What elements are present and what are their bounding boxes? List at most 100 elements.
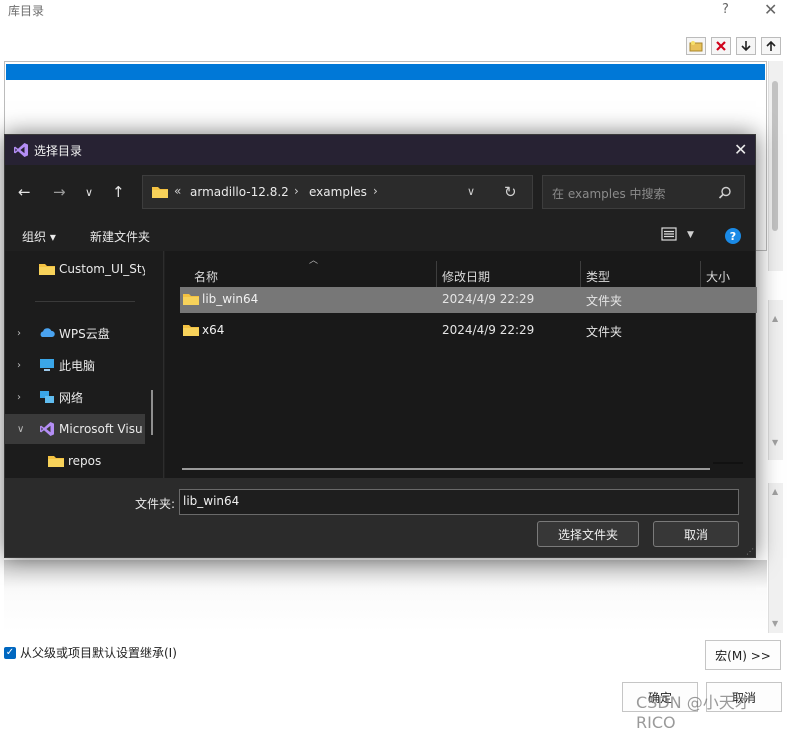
select-folder-button[interactable]: 选择文件夹 bbox=[537, 521, 639, 547]
refresh-icon[interactable]: ↻ bbox=[504, 183, 517, 201]
evaluated-list-scrollbar[interactable]: ▲ ▼ bbox=[768, 300, 783, 460]
breadcrumb-overflow-icon[interactable]: « bbox=[174, 184, 181, 198]
window-title: 库目录 bbox=[8, 4, 45, 18]
folder-icon bbox=[183, 325, 199, 336]
column-divider[interactable] bbox=[700, 261, 701, 289]
help-button[interactable]: ? bbox=[722, 2, 729, 17]
folder-icon bbox=[39, 264, 55, 275]
folder-icon bbox=[183, 294, 199, 305]
nav-item-wps-cloud[interactable]: › WPS云盘 bbox=[5, 318, 145, 348]
help-icon[interactable]: ? bbox=[725, 228, 741, 244]
nav-label: Microsoft Visu bbox=[59, 422, 143, 436]
search-box[interactable]: 在 examples 中搜索 bbox=[542, 175, 745, 209]
new-folder-icon bbox=[689, 41, 703, 52]
visual-studio-icon bbox=[40, 422, 54, 436]
chevron-down-icon[interactable]: ∨ bbox=[467, 185, 475, 198]
address-bar[interactable]: « armadillo-12.8.2 › examples › ∨ ↻ bbox=[142, 175, 533, 209]
file-name: lib_win64 bbox=[202, 292, 259, 306]
forward-arrow-icon[interactable]: → bbox=[53, 183, 66, 201]
visual-studio-icon bbox=[14, 143, 28, 157]
file-date: 2024/4/9 22:29 bbox=[442, 292, 535, 306]
scroll-up-icon[interactable]: ▲ bbox=[772, 487, 778, 496]
inherited-values-panel bbox=[4, 560, 767, 632]
nav-item-repos[interactable]: repos bbox=[5, 446, 145, 476]
dialog-close-button[interactable]: ✕ bbox=[734, 140, 747, 159]
scrollbar-edge bbox=[713, 462, 743, 464]
new-line-button[interactable] bbox=[686, 37, 706, 55]
resize-grip-icon[interactable]: ⋰ bbox=[746, 547, 754, 556]
arrow-down-icon bbox=[741, 41, 751, 52]
nav-item-this-pc[interactable]: › 此电脑 bbox=[5, 350, 145, 380]
cloud-icon bbox=[40, 328, 55, 337]
chevron-right-icon[interactable]: › bbox=[17, 328, 21, 339]
scroll-down-icon[interactable]: ▼ bbox=[772, 438, 778, 447]
scroll-down-icon[interactable]: ▼ bbox=[772, 619, 778, 628]
network-icon bbox=[40, 391, 54, 403]
computer-icon bbox=[40, 359, 54, 371]
file-type: 文件夹 bbox=[586, 325, 623, 339]
watermark: CSDN @小天才RICO bbox=[636, 693, 751, 732]
folder-icon bbox=[152, 187, 168, 198]
nav-label: 此电脑 bbox=[59, 358, 96, 373]
inherit-label: 从父级或项目默认设置继承(I) bbox=[20, 646, 177, 660]
inherited-list-scrollbar[interactable]: ▲ ▼ bbox=[768, 483, 783, 633]
directory-list-scrollbar[interactable] bbox=[768, 61, 783, 271]
nav-item-custom-ui[interactable]: Custom_UI_Sty bbox=[5, 254, 145, 284]
selected-directory-row[interactable] bbox=[6, 64, 765, 80]
navigation-pane[interactable]: Custom_UI_Sty › WPS云盘 › 此电脑 › 网络 ∨ Micro… bbox=[5, 251, 163, 478]
folder-label: 文件夹: bbox=[135, 497, 176, 511]
folder-input[interactable]: lib_win64 bbox=[179, 489, 739, 515]
scroll-up-icon[interactable]: ▲ bbox=[772, 314, 778, 323]
file-date: 2024/4/9 22:29 bbox=[442, 323, 535, 337]
move-up-button[interactable] bbox=[761, 37, 781, 55]
search-placeholder: 在 examples 中搜索 bbox=[552, 187, 666, 201]
dialog-titlebar[interactable]: 选择目录 ✕ bbox=[5, 135, 755, 165]
scrollbar-thumb[interactable] bbox=[772, 81, 778, 231]
dialog-cancel-button[interactable]: 取消 bbox=[653, 521, 739, 547]
file-type: 文件夹 bbox=[586, 294, 623, 308]
move-down-button[interactable] bbox=[736, 37, 756, 55]
arrow-up-icon bbox=[766, 40, 776, 51]
chevron-right-icon[interactable]: › bbox=[294, 184, 299, 198]
nav-divider bbox=[35, 301, 135, 302]
delete-line-button[interactable] bbox=[711, 37, 731, 55]
nav-label: Custom_UI_Sty bbox=[59, 262, 145, 276]
nav-label: WPS云盘 bbox=[59, 326, 110, 341]
organize-menu[interactable]: 组织 ▾ bbox=[22, 228, 56, 245]
checkbox-checked-icon[interactable]: ✓ bbox=[4, 646, 16, 659]
file-name: x64 bbox=[202, 323, 225, 337]
select-directory-dialog: 选择目录 ✕ ← → ∨ ↑ « armadillo-12.8.2 › exam… bbox=[4, 134, 757, 558]
nav-label: 网络 bbox=[59, 390, 84, 405]
nav-item-network[interactable]: › 网络 bbox=[5, 382, 145, 412]
nav-label: repos bbox=[68, 454, 102, 468]
search-icon[interactable] bbox=[718, 186, 732, 200]
macro-button[interactable]: 宏(M) >> bbox=[705, 640, 781, 670]
chevron-right-icon[interactable]: › bbox=[373, 184, 378, 198]
column-divider[interactable] bbox=[436, 261, 437, 289]
navigation-scrollbar[interactable] bbox=[151, 390, 153, 435]
pane-splitter[interactable] bbox=[163, 251, 164, 478]
delete-icon bbox=[716, 41, 726, 51]
inherit-checkbox-row[interactable]: ✓ 从父级或项目默认设置继承(I) bbox=[4, 644, 177, 661]
nav-item-microsoft-visual-studio[interactable]: ∨ Microsoft Visu bbox=[5, 414, 145, 444]
up-arrow-icon[interactable]: ↑ bbox=[112, 183, 125, 201]
folder-icon bbox=[48, 456, 64, 467]
new-folder-button[interactable]: 新建文件夹 bbox=[90, 228, 150, 245]
breadcrumb-armadillo[interactable]: armadillo-12.8.2 bbox=[190, 185, 289, 199]
chevron-down-icon[interactable]: ∨ bbox=[17, 424, 24, 435]
breadcrumb-examples[interactable]: examples bbox=[309, 185, 367, 199]
dialog-title: 选择目录 bbox=[34, 144, 83, 158]
recent-locations-chevron-icon[interactable]: ∨ bbox=[85, 186, 93, 199]
close-button[interactable]: ✕ bbox=[764, 0, 777, 19]
file-row-lib-win64[interactable]: lib_win64 2024/4/9 22:29 文件夹 bbox=[180, 287, 757, 313]
view-dropdown-icon[interactable]: ▼ bbox=[687, 230, 694, 240]
column-divider[interactable] bbox=[580, 261, 581, 289]
chevron-right-icon[interactable]: › bbox=[17, 392, 21, 403]
file-list-pane[interactable]: ︿ 名称 修改日期 类型 大小 lib_win64 2024/4/9 22:29… bbox=[165, 251, 757, 478]
file-list-horizontal-scrollbar[interactable] bbox=[182, 468, 710, 470]
back-arrow-icon[interactable]: ← bbox=[18, 183, 31, 201]
chevron-right-icon[interactable]: › bbox=[17, 360, 21, 371]
file-row-x64[interactable]: x64 2024/4/9 22:29 文件夹 bbox=[180, 318, 757, 344]
view-options-icon[interactable] bbox=[661, 227, 677, 241]
sort-ascending-icon: ︿ bbox=[309, 256, 319, 266]
